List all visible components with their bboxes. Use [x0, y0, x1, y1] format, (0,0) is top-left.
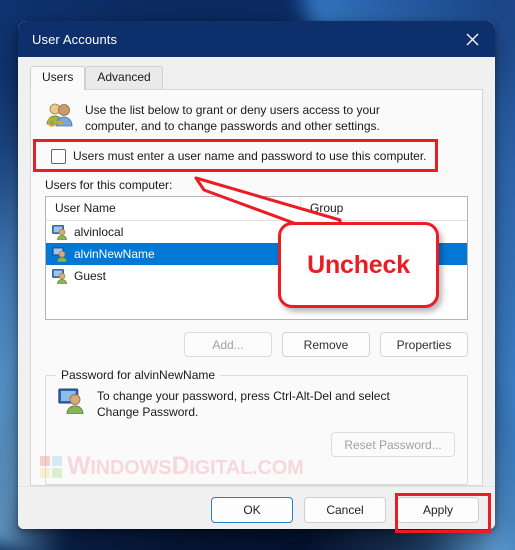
tab-advanced[interactable]: Advanced	[85, 66, 163, 89]
require-credentials-label[interactable]: Users must enter a user name and passwor…	[73, 149, 427, 163]
user-monitor-icon	[52, 246, 67, 262]
user-name-text: alvinNewName	[74, 247, 155, 261]
user-name-cell: alvinlocal	[52, 224, 301, 240]
password-info-text: To change your password, press Ctrl-Alt-…	[97, 389, 390, 419]
tab-strip: Users Advanced	[30, 66, 495, 90]
column-header-group[interactable]: Group	[301, 197, 467, 220]
description-row: Use the list below to grant or deny user…	[45, 102, 468, 134]
dialog-command-bar: OK Cancel Apply	[18, 486, 495, 529]
user-name-text: Guest	[74, 269, 107, 283]
user-monitor-icon	[52, 224, 67, 240]
remove-button[interactable]: Remove	[282, 332, 370, 357]
add-button[interactable]: Add...	[184, 332, 272, 357]
properties-button[interactable]: Properties	[380, 332, 468, 357]
annotation-callout-text: Uncheck	[307, 250, 410, 279]
users-list-label: Users for this computer:	[45, 178, 173, 192]
require-credentials-checkbox[interactable]	[51, 148, 66, 164]
reset-password-button[interactable]: Reset Password...	[331, 432, 455, 457]
require-credentials-row[interactable]: Users must enter a user name and passwor…	[51, 146, 468, 166]
user-monitor-icon	[58, 388, 84, 414]
reset-password-row: Reset Password...	[58, 432, 455, 457]
user-name-text: alvinlocal	[74, 225, 124, 239]
apply-button[interactable]: Apply	[397, 497, 479, 523]
list-action-buttons: Add... Remove Properties	[45, 332, 468, 357]
ok-button[interactable]: OK	[211, 497, 293, 523]
title-bar[interactable]: User Accounts	[18, 21, 495, 57]
cancel-button[interactable]: Cancel	[304, 497, 386, 523]
users-key-icon	[46, 103, 73, 127]
password-info-row: To change your password, press Ctrl-Alt-…	[58, 388, 455, 420]
list-header: User Name Group	[46, 197, 467, 221]
description-text: Use the list below to grant or deny user…	[85, 103, 380, 133]
close-icon[interactable]	[449, 21, 495, 57]
password-group-box: Password for alvinNewName To change your…	[45, 368, 468, 485]
user-monitor-icon	[52, 268, 67, 284]
tab-users[interactable]: Users	[30, 66, 86, 90]
window-title: User Accounts	[32, 31, 118, 47]
password-group-legend: Password for alvinNewName	[56, 368, 221, 382]
column-header-user-name[interactable]: User Name	[46, 197, 301, 220]
annotation-callout: Uncheck	[278, 222, 439, 308]
user-name-cell: Guest	[52, 268, 301, 284]
user-name-cell: alvinNewName	[52, 246, 301, 262]
